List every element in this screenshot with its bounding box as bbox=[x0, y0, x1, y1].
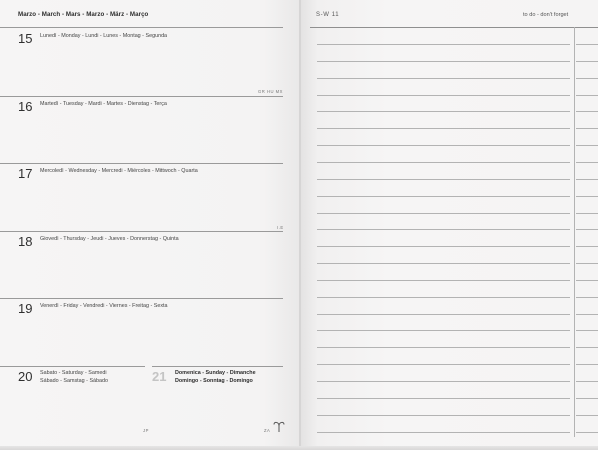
writing-line bbox=[317, 263, 570, 264]
todo-line bbox=[576, 229, 598, 230]
todo-line bbox=[576, 347, 598, 348]
todo-line bbox=[576, 61, 598, 62]
writing-line bbox=[317, 364, 570, 365]
writing-line bbox=[317, 128, 570, 129]
writing-line bbox=[317, 415, 570, 416]
todo-line bbox=[576, 330, 598, 331]
day-names-saturday-1: Sabato - Saturday - Samedi bbox=[40, 370, 107, 376]
todo-line bbox=[576, 162, 598, 163]
writing-line bbox=[317, 44, 570, 45]
todo-line bbox=[576, 196, 598, 197]
day-number-20: 20 bbox=[18, 369, 33, 384]
writing-line bbox=[317, 398, 570, 399]
todo-line bbox=[576, 213, 598, 214]
todo-line bbox=[576, 314, 598, 315]
writing-line bbox=[317, 229, 570, 230]
writing-line bbox=[317, 95, 570, 96]
right-page bbox=[300, 0, 598, 450]
writing-line bbox=[317, 314, 570, 315]
todo-line bbox=[576, 95, 598, 96]
holiday-codes: I.E bbox=[277, 225, 284, 230]
day-names-monday: Lunedì - Monday - Lundi - Lunes - Montag… bbox=[40, 33, 168, 39]
todo-line bbox=[576, 398, 598, 399]
writing-line bbox=[317, 111, 570, 112]
day-names-wednesday: Mercoledì - Wednesday - Mercredi - Miérc… bbox=[40, 168, 198, 174]
writing-line bbox=[317, 280, 570, 281]
page-edge bbox=[0, 446, 598, 450]
todo-line bbox=[576, 381, 598, 382]
day-rule bbox=[0, 298, 283, 299]
holiday-codes: JP bbox=[143, 428, 149, 433]
writing-line bbox=[317, 246, 570, 247]
todo-line bbox=[576, 179, 598, 180]
planner-spread: Marzo - March - Mars - Marzo - März - Ma… bbox=[0, 0, 598, 450]
day-rule bbox=[0, 96, 283, 97]
day-rule bbox=[0, 231, 283, 232]
day-rule bbox=[0, 163, 283, 164]
day-rule bbox=[152, 366, 283, 367]
todo-line bbox=[576, 263, 598, 264]
header-rule bbox=[310, 27, 598, 28]
day-names-saturday-2: Sábado - Samstag - Sábado bbox=[40, 378, 109, 384]
aries-icon bbox=[273, 421, 285, 432]
day-number-17: 17 bbox=[18, 166, 33, 181]
writing-line bbox=[317, 78, 570, 79]
day-names-tuesday: Martedì - Tuesday - Mardi - Martes - Die… bbox=[40, 101, 167, 107]
todo-line bbox=[576, 145, 598, 146]
todo-line bbox=[576, 246, 598, 247]
day-rule bbox=[0, 366, 145, 367]
holiday-codes: ZA bbox=[264, 428, 271, 433]
todo-line bbox=[576, 280, 598, 281]
writing-line bbox=[317, 162, 570, 163]
writing-line bbox=[317, 213, 570, 214]
day-number-21: 21 bbox=[152, 369, 167, 384]
todo-line bbox=[576, 432, 598, 433]
writing-line bbox=[317, 145, 570, 146]
day-names-thursday: Giovedì - Thursday - Jeudi - Jueves - Do… bbox=[40, 236, 179, 242]
writing-line bbox=[317, 432, 570, 433]
todo-line bbox=[576, 111, 598, 112]
writing-line bbox=[317, 297, 570, 298]
day-number-18: 18 bbox=[18, 234, 33, 249]
week-number: S-W 11 bbox=[316, 12, 340, 18]
day-names-sunday-1: Domenica - Sunday - Dimanche bbox=[175, 370, 256, 376]
todo-line bbox=[576, 415, 598, 416]
writing-line bbox=[317, 347, 570, 348]
day-number-15: 15 bbox=[18, 31, 33, 46]
writing-line bbox=[317, 179, 570, 180]
writing-line bbox=[317, 196, 570, 197]
header-rule bbox=[0, 27, 283, 28]
day-names-friday: Venerdì - Friday - Vendredi - Viernes - … bbox=[40, 303, 168, 309]
todo-line bbox=[576, 78, 598, 79]
day-names-sunday-2: Domingo - Sonntag - Domingo bbox=[175, 378, 253, 384]
day-number-16: 16 bbox=[18, 99, 33, 114]
holiday-codes: GR HU MX bbox=[258, 89, 283, 94]
gutter bbox=[299, 0, 301, 450]
writing-line bbox=[317, 330, 570, 331]
day-number-19: 19 bbox=[18, 301, 33, 316]
month-header: Marzo - March - Mars - Marzo - März - Ma… bbox=[18, 11, 149, 18]
todo-line bbox=[576, 44, 598, 45]
todo-label: to do - don't forget bbox=[523, 12, 569, 18]
todo-line bbox=[576, 128, 598, 129]
writing-line bbox=[317, 61, 570, 62]
todo-line bbox=[576, 297, 598, 298]
todo-column-divider bbox=[574, 27, 575, 437]
todo-line bbox=[576, 364, 598, 365]
writing-line bbox=[317, 381, 570, 382]
